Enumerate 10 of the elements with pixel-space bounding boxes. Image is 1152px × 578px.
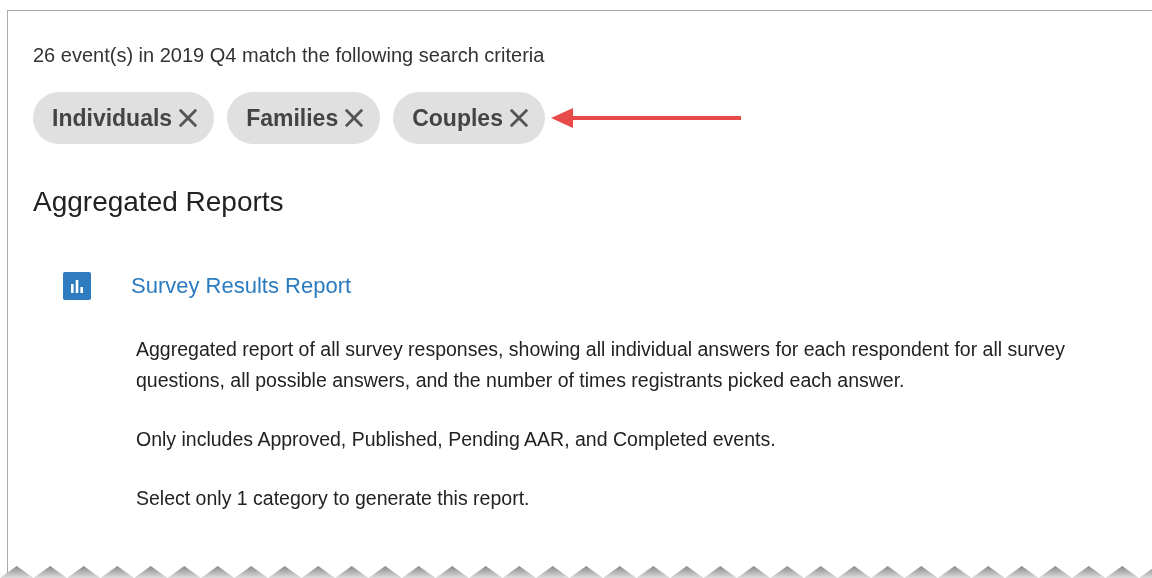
section-heading: Aggregated Reports: [33, 186, 285, 218]
chip-label: Individuals: [52, 104, 173, 132]
report-description: Only includes Approved, Published, Pending AAR, and Completed events.: [136, 427, 777, 452]
bar-chart-icon: [63, 272, 91, 300]
chip-label: Families: [246, 104, 339, 132]
results-summary: 26 event(s) in 2019 Q4 match the following search criteria: [33, 44, 546, 67]
report-description: Select only 1 category to generate this report.: [136, 486, 531, 511]
report-description: Aggregated report of all survey responses, showing all individual answers for each respondent for all survey questions, all possible answers, and the number of times registrants picked each answer.: [136, 337, 1066, 393]
report-link[interactable]: Survey Results Report: [131, 273, 352, 299]
chip-label: Couples: [412, 104, 503, 132]
